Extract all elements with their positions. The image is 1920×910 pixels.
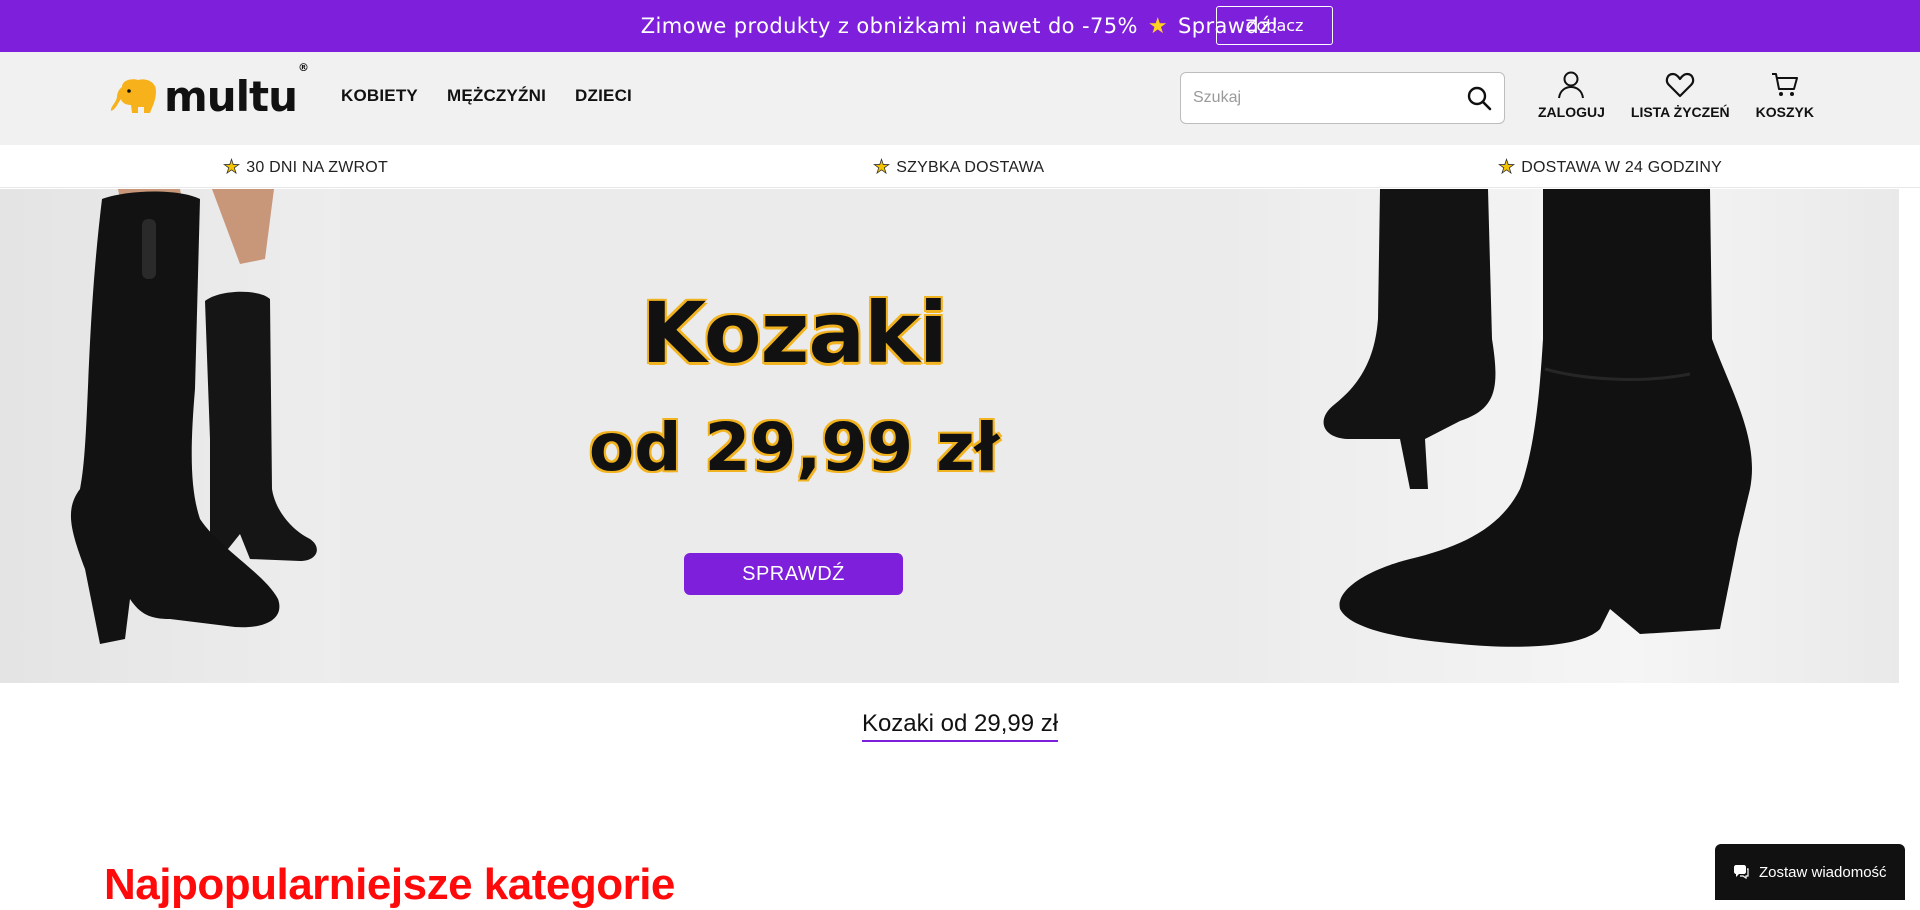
main-nav: KOBIETY MĘŻCZYŹNI DZIECI: [341, 86, 661, 106]
star-icon: ★: [1498, 157, 1516, 179]
hero-price: od 29,99 zł: [588, 409, 1000, 486]
chat-bubble-icon: [1734, 865, 1749, 880]
cart-icon: [1771, 73, 1798, 96]
cart-button[interactable]: KOSZYK: [1756, 70, 1814, 120]
search-box: [1180, 72, 1505, 124]
usp-fast-delivery: ★ SZYBKA DOSTAWA: [873, 156, 1044, 179]
search-icon[interactable]: [1466, 85, 1492, 111]
chat-widget-button[interactable]: Zostaw wiadomość: [1715, 844, 1905, 900]
search-input[interactable]: [1193, 89, 1466, 107]
promo-see-button[interactable]: Zobacz: [1216, 6, 1333, 45]
chat-widget-label: Zostaw wiadomość: [1759, 863, 1887, 881]
star-icon: ★: [1147, 13, 1168, 39]
usp-returns: ★ 30 DNI NA ZWROT: [223, 156, 388, 179]
logo-wordmark: multu: [164, 72, 298, 121]
login-label: ZALOGUJ: [1538, 104, 1605, 120]
usp-bar: ★ 30 DNI NA ZWROT ★ SZYBKA DOSTAWA ★ DOS…: [0, 145, 1920, 188]
usp-returns-text: 30 DNI NA ZWROT: [246, 158, 388, 176]
usp-24h-delivery-text: DOSTAWA W 24 GODZINY: [1521, 158, 1722, 176]
hero-banner[interactable]: Kozaki od 29,99 zł SPRAWDŹ: [0, 189, 1899, 683]
star-icon: ★: [873, 157, 891, 179]
cart-label: KOSZYK: [1755, 104, 1815, 120]
wishlist-button[interactable]: LISTA ŻYCZEŃ: [1631, 70, 1730, 120]
section-title-popular-categories: Najpopularniejsze kategorie: [104, 860, 675, 909]
registered-mark: ®: [298, 61, 309, 74]
hero-check-button[interactable]: SPRAWDŹ: [684, 553, 903, 595]
nav-women[interactable]: KOBIETY: [341, 86, 418, 106]
elephant-logo-icon: [110, 79, 156, 113]
hero-caption: Kozaki od 29,99 zł: [0, 710, 1920, 742]
user-icon: [1558, 71, 1585, 99]
wishlist-label: LISTA ŻYCZEŃ: [1630, 104, 1730, 120]
usp-fast-delivery-text: SZYBKA DOSTAWA: [896, 158, 1045, 176]
site-header: multu® KOBIETY MĘŻCZYŹNI DZIECI ZALOGUJ …: [0, 52, 1920, 145]
promo-text: Zimowe produkty z obniżkami nawet do -75…: [641, 14, 1280, 39]
nav-kids[interactable]: DZIECI: [575, 86, 632, 106]
usp-24h-delivery: ★ DOSTAWA W 24 GODZINY: [1498, 156, 1722, 179]
nav-men[interactable]: MĘŻCZYŹNI: [447, 86, 546, 106]
star-icon: ★: [223, 157, 241, 179]
logo[interactable]: multu®: [108, 62, 309, 118]
promo-text-main: Zimowe produkty z obniżkami nawet do -75…: [640, 14, 1138, 38]
login-button[interactable]: ZALOGUJ: [1538, 70, 1605, 120]
hero-caption-link[interactable]: Kozaki od 29,99 zł: [861, 710, 1059, 742]
logo-text: multu®: [164, 62, 309, 118]
promo-bar: Zimowe produkty z obniżkami nawet do -75…: [0, 0, 1920, 52]
hero-title: Kozaki: [641, 284, 948, 382]
heart-icon: [1666, 72, 1695, 98]
header-actions: ZALOGUJ LISTA ŻYCZEŃ KOSZYK: [1538, 70, 1840, 120]
